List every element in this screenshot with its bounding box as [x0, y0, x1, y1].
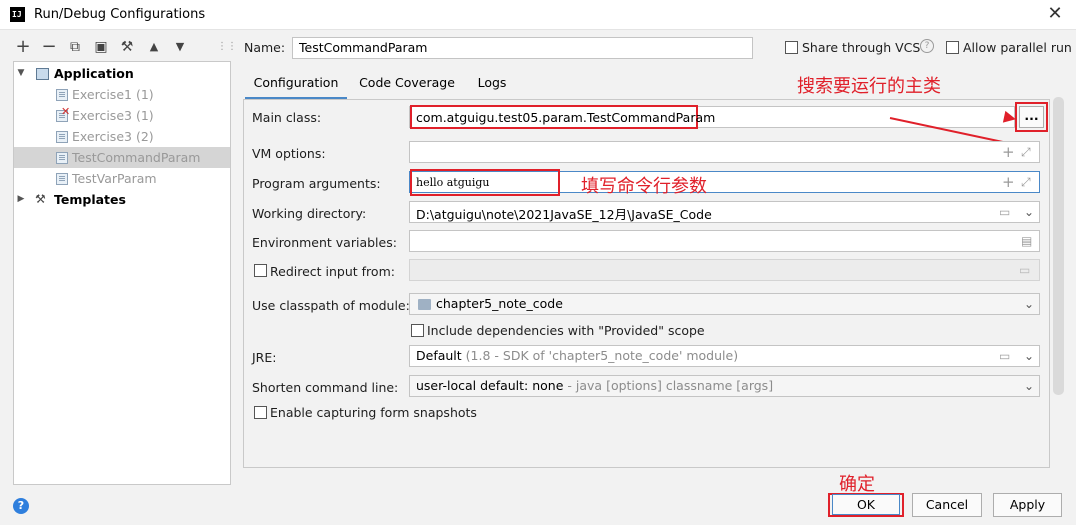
run-config-icon — [56, 131, 68, 143]
chevron-right-icon[interactable]: ▶ — [16, 189, 26, 210]
folder-icon[interactable]: ▭ — [999, 349, 1010, 363]
program-args-label: Program arguments: — [252, 176, 381, 191]
vertical-scrollbar[interactable] — [1053, 97, 1064, 395]
ok-button[interactable]: OK — [832, 494, 900, 515]
jre-value: Default (1.8 - SDK of 'chapter5_note_cod… — [416, 348, 739, 363]
add-icon[interactable]: + — [14, 38, 32, 56]
tree-item-exercise3-2[interactable]: Exercise3 (2) — [14, 126, 230, 147]
tree-item-label: Exercise3 (1) — [72, 108, 154, 123]
save-icon[interactable]: ▣ — [92, 38, 110, 56]
jre-input[interactable]: Default (1.8 - SDK of 'chapter5_note_cod… — [409, 345, 1040, 367]
tree-item-label: Exercise3 (2) — [72, 129, 154, 144]
parallel-run-checkbox[interactable] — [946, 41, 959, 54]
program-args-value: hello atguigu — [416, 176, 490, 189]
name-input[interactable]: TestCommandParam — [292, 37, 753, 59]
redirect-input-label: Redirect input from: — [270, 264, 395, 279]
snapshots-checkbox[interactable] — [254, 406, 267, 419]
remove-icon[interactable]: − — [40, 38, 58, 56]
cancel-button[interactable]: Cancel — [912, 493, 982, 517]
main-class-value: com.atguigu.test05.param.TestCommandPara… — [416, 110, 716, 125]
application-icon — [36, 68, 49, 80]
include-deps-label: Include dependencies with "Provided" sco… — [427, 323, 705, 338]
move-up-icon[interactable]: ▲ — [145, 38, 163, 56]
shorten-cmd-value: user-local default: none - java [options… — [416, 378, 774, 393]
share-vcs-checkbox[interactable] — [785, 41, 798, 54]
annotation-arrow-head — [1002, 110, 1018, 126]
tree-item-application[interactable]: ▼ Application — [14, 63, 230, 84]
window-title: Run/Debug Configurations — [34, 7, 206, 22]
chevron-down-icon[interactable]: ⌄ — [1024, 205, 1034, 219]
document-icon[interactable]: ▤ — [1021, 234, 1032, 248]
jre-hint: (1.8 - SDK of 'chapter5_note_code' modul… — [465, 348, 739, 363]
add-icon[interactable]: + — [1002, 145, 1015, 160]
expand-icon[interactable]: ⤢ — [1021, 145, 1031, 159]
run-config-icon — [56, 173, 68, 185]
title-bar: IJ Run/Debug Configurations ✕ — [0, 0, 1076, 30]
configurations-tree: ▼ Application Exercise1 (1) ✕ Exercise3 … — [13, 61, 231, 485]
config-toolbar: + − ⧉ ▣ ⚒ ▲ ▼ ⋮⋮ — [14, 38, 237, 58]
chevron-down-icon[interactable]: ⌄ — [1024, 379, 1034, 393]
classpath-select[interactable]: chapter5_note_code ⌄ — [409, 293, 1040, 315]
name-label: Name: — [244, 40, 286, 55]
expand-icon[interactable]: ⤢ — [1021, 175, 1031, 189]
folder-icon[interactable]: ▭ — [999, 205, 1010, 219]
folder-icon: ▭ — [1019, 263, 1031, 277]
wrench-icon[interactable]: ⚒ — [118, 38, 136, 56]
shorten-cmd-hint: - java [options] classname [args] — [567, 378, 774, 393]
annotation-search-main: 搜索要运行的主类 — [797, 76, 941, 97]
close-icon[interactable]: ✕ — [1044, 3, 1066, 25]
tree-item-label: Application — [54, 66, 134, 81]
copy-icon[interactable]: ⧉ — [66, 38, 84, 56]
tree-item-label: Templates — [54, 192, 126, 207]
tab-code-coverage[interactable]: Code Coverage — [355, 70, 459, 100]
working-dir-value: D:\atguigu\note\2021JavaSE_12月\JavaSE_Co… — [416, 207, 712, 222]
working-dir-input[interactable]: D:\atguigu\note\2021JavaSE_12月\JavaSE_Co… — [409, 201, 1040, 223]
redirect-input-field: ▭ — [409, 259, 1040, 281]
apply-button[interactable]: Apply — [993, 493, 1062, 517]
classpath-value: chapter5_note_code — [436, 296, 563, 311]
tree-item-exercise1[interactable]: Exercise1 (1) — [14, 84, 230, 105]
intellij-app-icon: IJ — [10, 7, 25, 22]
move-down-icon[interactable]: ▼ — [171, 38, 189, 56]
tree-item-templates[interactable]: ▶ ⚒ Templates — [14, 189, 230, 210]
tab-logs[interactable]: Logs — [470, 70, 514, 100]
error-icon: ✕ — [61, 105, 71, 118]
jre-label: JRE: — [252, 350, 277, 365]
tree-item-label: Exercise1 (1) — [72, 87, 154, 102]
browse-button[interactable]: ... — [1019, 106, 1044, 128]
tree-item-exercise3-1[interactable]: ✕ Exercise3 (1) — [14, 105, 230, 126]
chevron-down-icon[interactable]: ⌄ — [1024, 297, 1034, 311]
tab-configuration[interactable]: Configuration — [245, 70, 347, 100]
redirect-input-checkbox[interactable] — [254, 264, 267, 277]
tree-item-testvarparam[interactable]: TestVarParam — [14, 168, 230, 189]
run-config-icon — [56, 89, 68, 101]
module-folder-icon — [418, 299, 431, 310]
vm-options-input[interactable]: + ⤢ — [409, 141, 1040, 163]
working-dir-label: Working directory: — [252, 206, 367, 221]
run-config-icon — [56, 152, 68, 164]
chevron-down-icon[interactable]: ⌄ — [1024, 349, 1034, 363]
help-circle-icon[interactable]: ? — [920, 39, 934, 53]
tree-item-label: TestVarParam — [72, 171, 157, 186]
snapshots-label: Enable capturing form snapshots — [270, 405, 477, 420]
env-vars-label: Environment variables: — [252, 235, 397, 250]
include-deps-checkbox[interactable] — [411, 324, 424, 337]
share-vcs-label: Share through VCS — [802, 40, 921, 55]
main-class-label: Main class: — [252, 110, 322, 125]
shorten-cmd-label: Shorten command line: — [252, 380, 399, 395]
vm-options-label: VM options: — [252, 146, 326, 161]
chevron-down-icon[interactable]: ▼ — [16, 63, 26, 84]
parallel-run-label: Allow parallel run — [963, 40, 1072, 55]
tree-item-label: TestCommandParam — [72, 150, 201, 165]
tree-item-testcommandparam[interactable]: TestCommandParam — [14, 147, 230, 168]
add-icon[interactable]: + — [1002, 175, 1015, 190]
annotation-fill-args: 填写命令行参数 — [581, 176, 707, 197]
env-vars-input[interactable]: ▤ — [409, 230, 1040, 252]
classpath-label: Use classpath of module: — [252, 298, 410, 313]
wrench-icon: ⚒ — [35, 192, 46, 206]
shorten-cmd-select[interactable]: user-local default: none - java [options… — [409, 375, 1040, 397]
help-button[interactable]: ? — [13, 498, 29, 514]
collapse-icon[interactable]: ⋮⋮ — [217, 38, 237, 56]
